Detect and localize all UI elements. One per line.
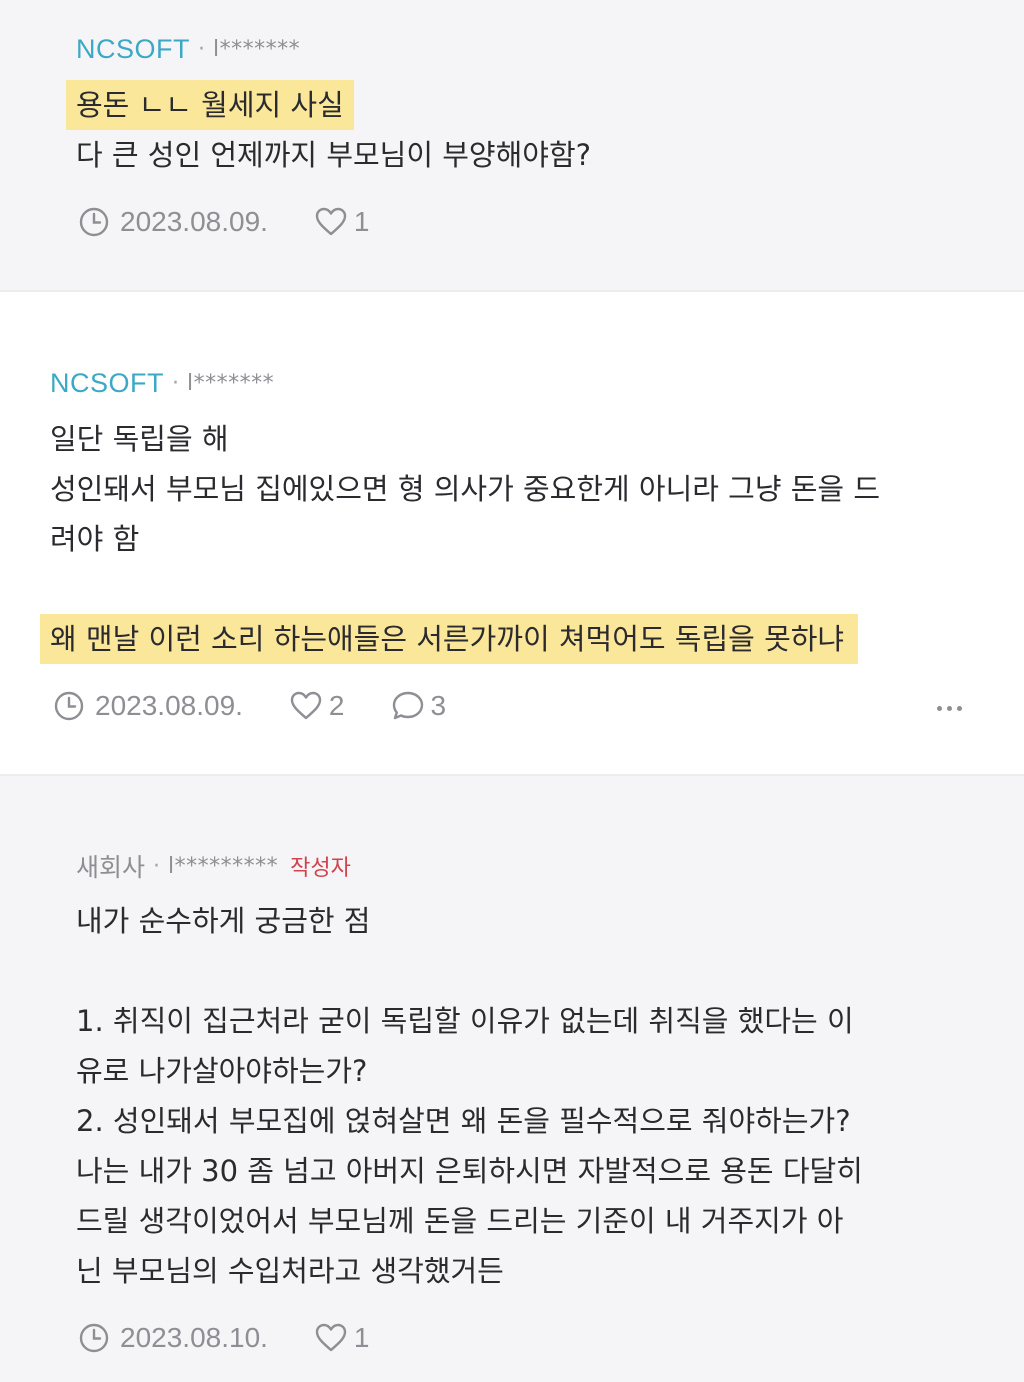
comment-line [76, 946, 863, 996]
date-info: 2023.08.09. [78, 206, 268, 238]
company-name[interactable]: NCSOFT [76, 34, 190, 65]
comment-date: 2023.08.09. [95, 690, 243, 721]
comment-line [50, 564, 880, 614]
heart-icon[interactable] [289, 690, 323, 722]
reply-button[interactable]: 3 [391, 690, 447, 722]
comment-meta: 2023.08.10. 1 [78, 1322, 370, 1354]
date-info: 2023.08.10. [78, 1322, 268, 1354]
comment-line: 닌 부모님의 수입처라고 생각했거든 [76, 1254, 504, 1288]
heart-icon[interactable] [314, 1322, 348, 1354]
date-info: 2023.08.09. [53, 690, 243, 722]
username: l********* [168, 853, 279, 879]
username: l******* [187, 371, 275, 396]
comment-line: 유로 나가살아야하는가? [76, 1054, 368, 1088]
reply-count: 3 [430, 690, 447, 721]
comment-1: NCSOFT · l******* 용돈 ㄴㄴ 월세지 사실 다 큰 성인 언제… [0, 0, 1024, 292]
comment-line: 1. 취직이 집근처라 굳이 독립할 이유가 없는데 취직을 했다는 이 [76, 1004, 854, 1038]
comment-line: 려야 함 [50, 522, 140, 556]
company-name[interactable]: NCSOFT [50, 368, 164, 399]
comment-body: 내가 순수하게 궁금한 점 1. 취직이 집근처라 굳이 독립할 이유가 없는데… [76, 896, 863, 1296]
clock-icon [78, 206, 110, 238]
like-button[interactable]: 1 [314, 206, 370, 238]
comment-line: 일단 독립을 해 [50, 422, 229, 456]
like-count: 2 [328, 690, 345, 721]
comment-line: 드릴 생각이었어서 부모님께 돈을 드리는 기준이 내 거주지가 아 [76, 1204, 844, 1238]
comment-date: 2023.08.10. [120, 1322, 268, 1353]
more-options-icon[interactable] [937, 706, 962, 711]
author-badge: 작성자 [290, 856, 351, 881]
comment-line: 2. 성인돼서 부모집에 얹혀살면 왜 돈을 필수적으로 줘야하는가? [76, 1104, 851, 1138]
like-count: 1 [353, 206, 370, 237]
company-name[interactable]: 새회사 [76, 848, 145, 884]
like-count: 1 [353, 1322, 370, 1353]
comment-body: 일단 독립을 해 성인돼서 부모님 집에있으면 형 의사가 중요한게 아니라 그… [40, 414, 881, 664]
comment-2: NCSOFT · l******* 일단 독립을 해 성인돼서 부모님 집에있으… [0, 292, 1024, 776]
like-button[interactable]: 2 [289, 690, 345, 722]
comment-header: NCSOFT · l******* [76, 34, 300, 65]
separator: · [153, 853, 161, 879]
like-button[interactable]: 1 [314, 1322, 370, 1354]
username: l******* [213, 37, 301, 62]
speech-bubble-icon[interactable] [391, 690, 425, 722]
comment-date: 2023.08.09. [120, 206, 268, 237]
comment-meta: 2023.08.09. 2 3 [53, 690, 446, 722]
comment-line: 성인돼서 부모님 집에있으면 형 의사가 중요한게 아니라 그냥 돈을 드 [50, 472, 881, 506]
comment-body: 용돈 ㄴㄴ 월세지 사실 다 큰 성인 언제까지 부모님이 부양해야함? [66, 80, 592, 180]
highlighted-text: 왜 맨날 이런 소리 하는애들은 서른가까이 쳐먹어도 독립을 못하냐 [40, 614, 859, 664]
clock-icon [53, 690, 85, 722]
comment-header: 새회사 · l********* 작성자 [76, 848, 351, 884]
comment-header: NCSOFT · l******* [50, 368, 274, 399]
heart-icon[interactable] [314, 206, 348, 238]
clock-icon [78, 1322, 110, 1354]
comment-line: 나는 내가 30 좀 넘고 아버지 은퇴하시면 자발적으로 용돈 다달히 [76, 1154, 863, 1188]
comment-meta: 2023.08.09. 1 [78, 206, 370, 238]
highlighted-text: 용돈 ㄴㄴ 월세지 사실 [66, 80, 354, 130]
comment-3: 새회사 · l********* 작성자 내가 순수하게 궁금한 점 1. 취직… [0, 776, 1024, 1382]
comment-line: 다 큰 성인 언제까지 부모님이 부양해야함? [76, 138, 592, 172]
comment-line: 내가 순수하게 궁금한 점 [76, 904, 371, 938]
separator: · [172, 371, 179, 396]
separator: · [198, 37, 205, 62]
